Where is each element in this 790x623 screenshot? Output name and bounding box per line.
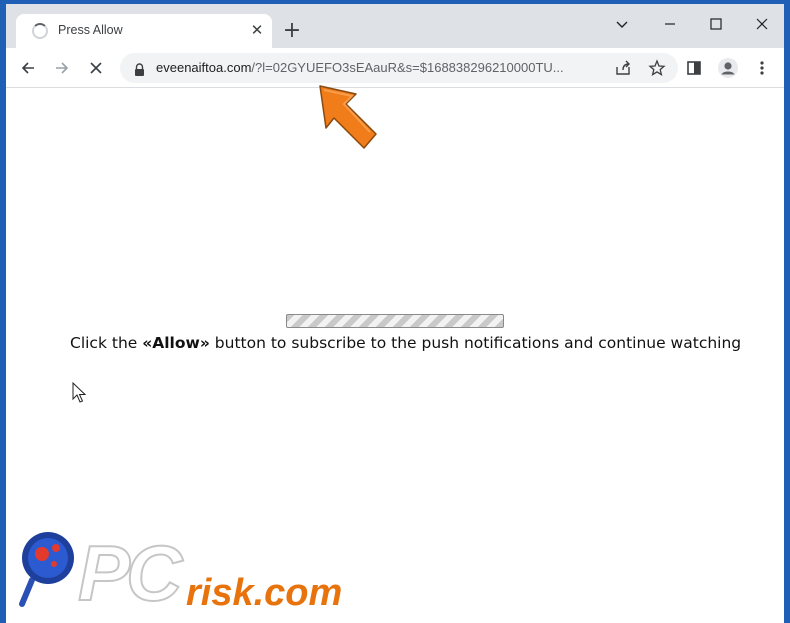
profile-avatar-icon[interactable] [716,56,740,80]
message-allow-label: «Allow» [142,334,210,352]
magnifier-logo-icon [19,532,74,607]
tab-search-chevron-icon[interactable] [600,10,644,38]
title-bar: Press Allow ✕ + [6,4,784,48]
bookmark-star-icon[interactable] [648,59,666,77]
subscribe-instruction-text: Click the «Allow» button to subscribe to… [70,334,741,352]
menu-kebab-icon[interactable] [750,56,774,80]
tab-close-icon[interactable]: ✕ [246,19,268,41]
message-suffix: button to subscribe to the push notifica… [209,334,742,352]
share-icon[interactable] [614,59,632,77]
loading-progress-bar [286,314,504,328]
mouse-cursor-icon [72,382,86,403]
minimize-icon[interactable] [648,10,692,38]
maximize-icon[interactable] [694,10,738,38]
close-window-icon[interactable] [740,10,784,38]
url-path: /?l=02GYUEFO3sEAauR&s=$168838296210000TU… [251,60,564,75]
lock-icon [134,61,145,80]
message-prefix: Click the [70,334,143,352]
browser-toolbar: eveenaiftoa.com/?l=02GYUEFO3sEAauR&s=$16… [6,48,784,88]
url-text: eveenaiftoa.com/?l=02GYUEFO3sEAauR&s=$16… [156,60,602,75]
back-arrow-icon[interactable] [14,54,42,82]
new-tab-button[interactable]: + [278,18,306,46]
pcrisk-watermark: PC risk.com [14,528,454,618]
watermark-brand: risk.com [186,572,343,614]
loading-spinner-icon [32,23,48,39]
tab-press-allow[interactable]: Press Allow ✕ [16,14,272,48]
forward-arrow-icon[interactable] [48,54,76,82]
watermark-pc: PC [77,528,183,618]
address-bar[interactable]: eveenaiftoa.com/?l=02GYUEFO3sEAauR&s=$16… [120,53,678,83]
url-host: eveenaiftoa.com [156,60,252,75]
side-panel-icon[interactable] [682,56,706,80]
stop-loading-icon[interactable] [82,54,110,82]
pointer-arrow-annotation [319,85,377,149]
tab-title: Press Allow [58,23,123,37]
